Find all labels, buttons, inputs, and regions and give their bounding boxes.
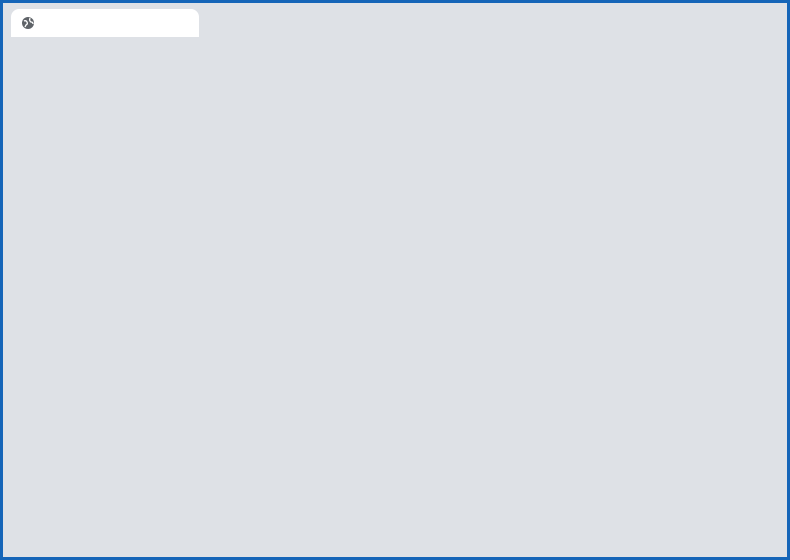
tab-strip bbox=[3, 3, 787, 37]
tab-download-page[interactable] bbox=[11, 9, 199, 37]
browser-window bbox=[3, 3, 787, 557]
globe-icon bbox=[21, 16, 35, 30]
